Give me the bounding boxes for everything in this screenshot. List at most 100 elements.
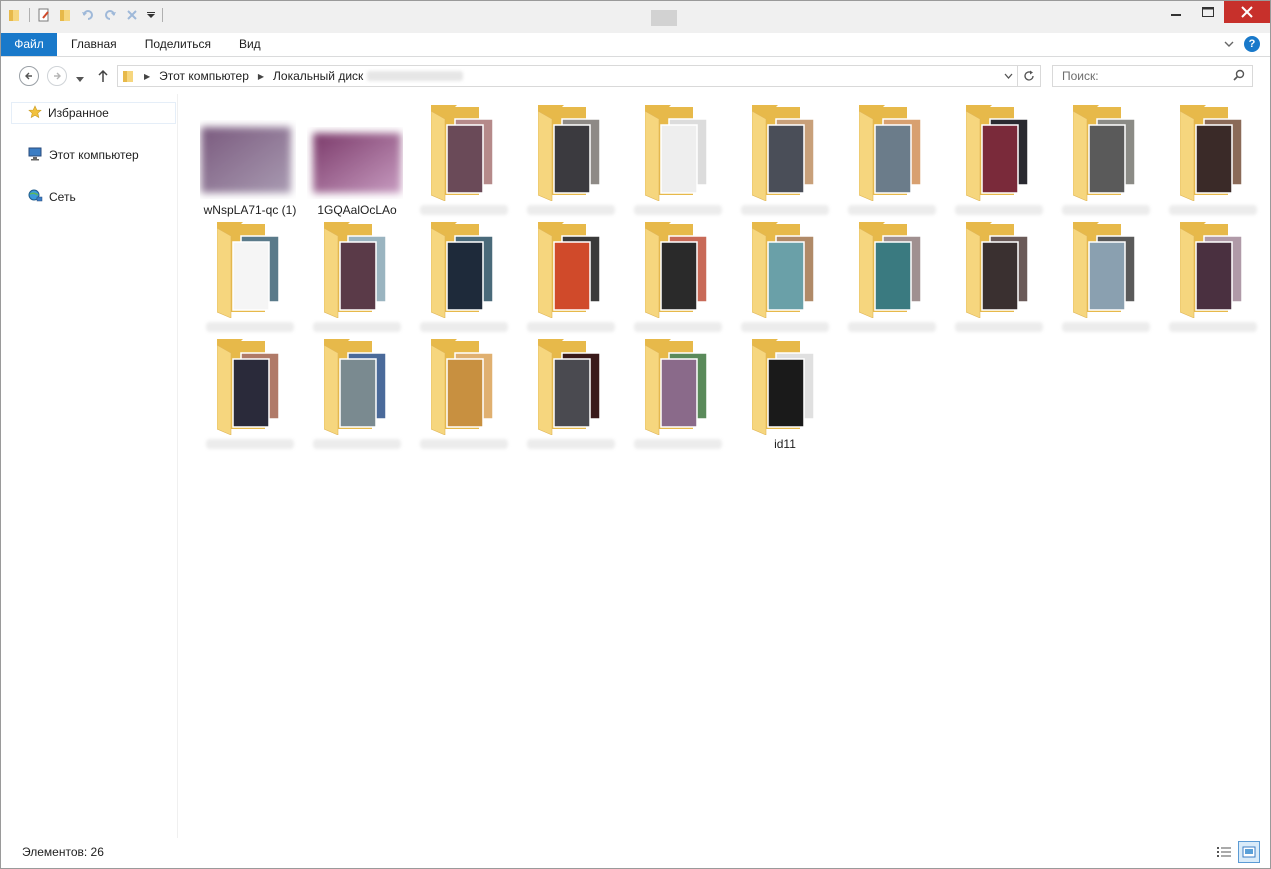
- folder-icon: [752, 222, 815, 318]
- folder-icon: [1073, 222, 1136, 318]
- help-icon[interactable]: ?: [1244, 36, 1260, 52]
- minimize-button[interactable]: [1160, 1, 1192, 23]
- redacted-item-name: [1169, 205, 1257, 215]
- folder-item[interactable]: [200, 333, 300, 449]
- folder-item[interactable]: [628, 99, 728, 215]
- sidebar-item-favorites[interactable]: Избранное: [11, 102, 176, 124]
- title-bar: [1, 1, 1270, 33]
- toolbar-separator: [162, 8, 163, 22]
- redacted-item-name: [955, 205, 1043, 215]
- folder-item[interactable]: [842, 216, 942, 332]
- folder-icon: [217, 339, 280, 435]
- item-name: id11: [774, 437, 796, 451]
- folder-item[interactable]: [735, 99, 835, 215]
- chevron-down-icon[interactable]: [999, 66, 1017, 86]
- folder-item[interactable]: [628, 333, 728, 449]
- folder-icon: [1073, 105, 1136, 201]
- redacted-item-name: [741, 205, 829, 215]
- redacted-item-name: [848, 322, 936, 332]
- folder-item[interactable]: [1163, 99, 1263, 215]
- ribbon-right-controls: ?: [1224, 36, 1260, 52]
- redacted-item-name: [1062, 322, 1150, 332]
- sidebar-item-label: Этот компьютер: [49, 148, 139, 162]
- chevron-right-icon[interactable]: ▶: [144, 72, 150, 81]
- folder-item[interactable]: [842, 99, 942, 215]
- folder-item[interactable]: [949, 216, 1049, 332]
- folder-icon: [752, 105, 815, 201]
- breadcrumb-local-disk[interactable]: Локальный диск: [273, 69, 363, 83]
- folder-icon: [122, 69, 136, 83]
- sidebar-item-computer[interactable]: Этот компьютер: [11, 144, 139, 166]
- redacted-item-name: [206, 322, 294, 332]
- folder-item[interactable]: [307, 216, 407, 332]
- tab-view[interactable]: Вид: [225, 33, 275, 56]
- folder-item[interactable]: [521, 333, 621, 449]
- folder-item[interactable]: [521, 99, 621, 215]
- folder-icon: [645, 222, 708, 318]
- recent-locations-icon[interactable]: [76, 72, 84, 86]
- folder-icon: [324, 222, 387, 318]
- folder-icon: [859, 222, 922, 318]
- folder-item[interactable]: [1056, 216, 1156, 332]
- folder-icon[interactable]: [7, 7, 23, 23]
- up-arrow-icon[interactable]: [97, 69, 109, 86]
- image-file-item[interactable]: 1GQAalOcLAo: [307, 99, 407, 217]
- new-folder-icon[interactable]: [58, 7, 74, 23]
- folder-item[interactable]: id11: [735, 333, 835, 451]
- main-area: Избранное Этот компьютер Сеть wNspLA71-q…: [1, 94, 1270, 838]
- delete-icon[interactable]: [124, 7, 140, 23]
- folder-icon: [752, 339, 815, 435]
- redacted-path: [367, 71, 464, 81]
- star-icon: [28, 104, 42, 122]
- address-bar[interactable]: ▶ Этот компьютер ▶ Локальный диск: [117, 65, 1041, 87]
- breadcrumb-computer[interactable]: Этот компьютер: [159, 69, 249, 83]
- large-icons-view-button[interactable]: [1238, 841, 1260, 863]
- search-icon[interactable]: [1233, 69, 1245, 84]
- folder-item[interactable]: [200, 216, 300, 332]
- refresh-button[interactable]: [1017, 66, 1040, 86]
- folder-item[interactable]: [414, 216, 514, 332]
- tab-share[interactable]: Поделиться: [131, 33, 225, 56]
- folder-icon: [859, 105, 922, 201]
- address-bar-controls: [999, 66, 1040, 86]
- details-view-button[interactable]: [1213, 841, 1235, 863]
- redacted-item-name: [313, 439, 401, 449]
- redacted-item-name: [420, 322, 508, 332]
- search-box[interactable]: [1052, 65, 1253, 87]
- tab-home[interactable]: Главная: [57, 33, 131, 56]
- folder-icon: [431, 222, 494, 318]
- folder-item[interactable]: [414, 99, 514, 215]
- folder-item[interactable]: [628, 216, 728, 332]
- customize-toolbar-icon[interactable]: [146, 7, 156, 23]
- redacted-item-name: [1169, 322, 1257, 332]
- folder-item[interactable]: [1163, 216, 1263, 332]
- tab-file[interactable]: Файл: [1, 33, 57, 56]
- undo-icon[interactable]: [80, 7, 96, 23]
- network-icon: [27, 189, 43, 206]
- search-input[interactable]: [1060, 68, 1214, 84]
- close-button[interactable]: [1224, 1, 1270, 23]
- folder-item[interactable]: [307, 333, 407, 449]
- image-file-item[interactable]: wNspLA71-qc (1): [200, 99, 300, 217]
- folder-item[interactable]: [414, 333, 514, 449]
- redo-icon[interactable]: [102, 7, 118, 23]
- folder-icon: [538, 339, 601, 435]
- properties-icon[interactable]: [36, 7, 52, 23]
- redacted-item-name: [741, 322, 829, 332]
- quick-access-toolbar: [7, 7, 163, 23]
- redacted-item-name: [420, 205, 508, 215]
- redacted-item-name: [206, 439, 294, 449]
- chevron-right-icon[interactable]: ▶: [258, 72, 264, 81]
- folder-item[interactable]: [735, 216, 835, 332]
- maximize-button[interactable]: [1192, 1, 1224, 23]
- redacted-item-name: [634, 322, 722, 332]
- expand-ribbon-icon[interactable]: [1224, 37, 1234, 51]
- folder-item[interactable]: [1056, 99, 1156, 215]
- sidebar-item-network[interactable]: Сеть: [11, 186, 76, 208]
- folder-icon: [966, 222, 1029, 318]
- folder-item[interactable]: [521, 216, 621, 332]
- folder-item[interactable]: [949, 99, 1049, 215]
- forward-button[interactable]: [47, 66, 67, 86]
- back-button[interactable]: [19, 66, 39, 86]
- view-switcher: [1213, 841, 1260, 863]
